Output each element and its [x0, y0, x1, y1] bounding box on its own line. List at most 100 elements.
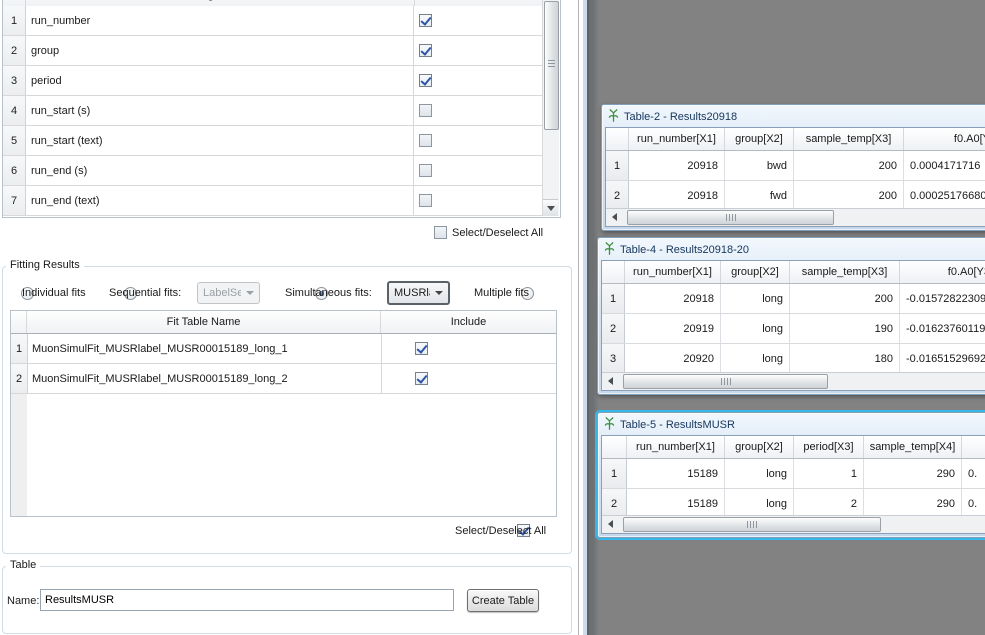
horizontal-scrollbar[interactable] [602, 372, 985, 390]
table-window-results20918-20[interactable]: Table-4 - Results20918-20 run_number[X1]g… [597, 237, 985, 395]
table-cell[interactable]: 20920 [625, 344, 721, 373]
include-cell [414, 156, 543, 185]
table-cell[interactable]: long [721, 284, 790, 313]
column-header[interactable]: group[X2] [725, 128, 794, 150]
column-header[interactable] [962, 436, 985, 458]
log-value-cell: run_start (text) [26, 126, 414, 155]
simultaneous-label-combobox[interactable]: MUSRlabe [387, 281, 450, 305]
table-cell[interactable]: 1 [794, 459, 864, 488]
include-cell [382, 334, 556, 363]
individual-fits-label: Individual fits [22, 287, 86, 299]
table-cell[interactable]: long [721, 344, 790, 373]
column-header[interactable]: run_number[X1] [629, 128, 725, 150]
table-cell[interactable]: 15189 [627, 459, 725, 488]
include-checkbox[interactable] [419, 44, 432, 57]
row-number: 4 [3, 96, 26, 125]
include-checkbox[interactable] [419, 104, 432, 117]
row-number: 3 [3, 66, 26, 95]
table-cell[interactable]: 20918 [625, 284, 721, 313]
window-titlebar[interactable]: Table-2 - Results20918 [604, 107, 985, 126]
table-cell[interactable]: 20918 [629, 151, 725, 180]
window-titlebar[interactable]: Table-4 - Results20918-20 [600, 240, 985, 259]
table-cell[interactable]: 20918 [629, 181, 725, 210]
table-cell[interactable]: bwd [725, 151, 794, 180]
table-row: 120918long200-0.01572822309 [602, 284, 985, 314]
column-header[interactable]: run_number[X1] [627, 436, 725, 458]
table-name-input[interactable] [40, 589, 454, 611]
include-cell [382, 364, 556, 393]
include-cell [414, 186, 543, 215]
scrollbar-thumb[interactable] [544, 1, 559, 130]
scrollbar-left-button[interactable] [602, 516, 619, 532]
table-cell[interactable]: -0.01623760119 [900, 314, 985, 343]
table-cell[interactable]: 15189 [627, 489, 725, 518]
table-header-row: run_number[X1]group[X2]sample_temp[X3]f0… [602, 261, 985, 284]
column-header[interactable]: f0.A0[Y [904, 128, 985, 150]
fit-table-row: 2MuonSimulFit_MUSRlabel_MUSR00015189_lon… [11, 364, 556, 394]
include-checkbox[interactable] [415, 372, 428, 385]
table-cell[interactable]: long [725, 489, 794, 518]
table-cell[interactable]: 180 [790, 344, 900, 373]
fit-table-row: 1MuonSimulFit_MUSRlabel_MUSR00015189_lon… [11, 334, 556, 364]
table-cell[interactable]: long [721, 314, 790, 343]
horizontal-scrollbar[interactable] [602, 515, 985, 533]
row-number: 1 [602, 284, 625, 313]
table-cell[interactable]: 0. [962, 459, 985, 488]
column-header[interactable]: group[X2] [725, 436, 794, 458]
table-cell[interactable]: 2 [794, 489, 864, 518]
include-checkbox[interactable] [419, 134, 432, 147]
column-header[interactable]: run_number[X1] [625, 261, 721, 283]
create-table-button[interactable]: Create Table [467, 589, 539, 612]
table-cell[interactable]: 190 [790, 314, 900, 343]
table-window-resultsmusr[interactable]: Table-5 - ResultsMUSR run_number[X1]group… [597, 412, 985, 538]
table-cell[interactable]: 290 [864, 489, 962, 518]
scrollbar-thumb[interactable] [623, 517, 881, 532]
column-header[interactable]: f0.A0[Y3 [900, 261, 985, 283]
table-cell[interactable]: 200 [794, 181, 904, 210]
window-titlebar[interactable]: Table-5 - ResultsMUSR [600, 415, 985, 434]
table-header-row: run_number[X1]group[X2]sample_temp[X3]f0… [606, 128, 985, 151]
include-checkbox[interactable] [419, 14, 432, 27]
create-table-button-label: Create Table [472, 595, 534, 607]
include-checkbox[interactable] [415, 342, 428, 355]
table-cell[interactable]: long [725, 459, 794, 488]
column-header[interactable]: group[X2] [721, 261, 790, 283]
table-cell[interactable]: 20919 [625, 314, 721, 343]
column-header[interactable]: sample_temp[X4] [864, 436, 962, 458]
scrollbar-down-button[interactable] [543, 199, 558, 216]
table-cell[interactable]: 200 [790, 284, 900, 313]
table-cell[interactable]: 200 [794, 151, 904, 180]
row-number: 5 [3, 126, 26, 155]
scrollbar-thumb[interactable] [623, 374, 828, 389]
table-content: run_number[X1]group[X2]sample_temp[X3]f0… [605, 127, 985, 227]
include-checkbox[interactable] [419, 194, 432, 207]
table-name-label: Name: [7, 595, 39, 607]
table-cell[interactable]: 0.0004171716 [904, 151, 985, 180]
down-arrow-icon [547, 206, 555, 211]
column-header[interactable]: sample_temp[X3] [794, 128, 904, 150]
include-checkbox[interactable] [419, 164, 432, 177]
include-cell [414, 36, 543, 65]
table-cell[interactable]: 0. [962, 489, 985, 518]
column-header[interactable]: period[X3] [794, 436, 864, 458]
select-deselect-all-logs-checkbox[interactable] [434, 226, 447, 239]
scrollbar-thumb[interactable] [627, 210, 834, 225]
table-cell[interactable]: fwd [725, 181, 794, 210]
table-cell[interactable]: 290 [864, 459, 962, 488]
log-values-table: Log Value Include 1run_number2group3peri… [2, 0, 561, 218]
table-row: 320920long180-0.01651529692 [602, 344, 985, 374]
table-window-results20918[interactable]: Table-2 - Results20918 run_number[X1]grou… [601, 104, 985, 231]
mantid-table-icon [603, 417, 616, 433]
horizontal-scrollbar[interactable] [606, 208, 985, 226]
table-cell[interactable]: 0.00025176680 [904, 181, 985, 210]
table-cell[interactable]: -0.01572822309 [900, 284, 985, 313]
log-value-cell: run_number [26, 6, 414, 35]
table-cell[interactable]: -0.01651529692 [900, 344, 985, 373]
vertical-scrollbar[interactable] [542, 0, 559, 216]
column-header[interactable]: sample_temp[X3] [790, 261, 900, 283]
left-arrow-icon [612, 213, 617, 221]
include-cell [414, 126, 543, 155]
include-checkbox[interactable] [419, 74, 432, 87]
scrollbar-left-button[interactable] [606, 209, 623, 225]
scrollbar-left-button[interactable] [602, 373, 619, 389]
